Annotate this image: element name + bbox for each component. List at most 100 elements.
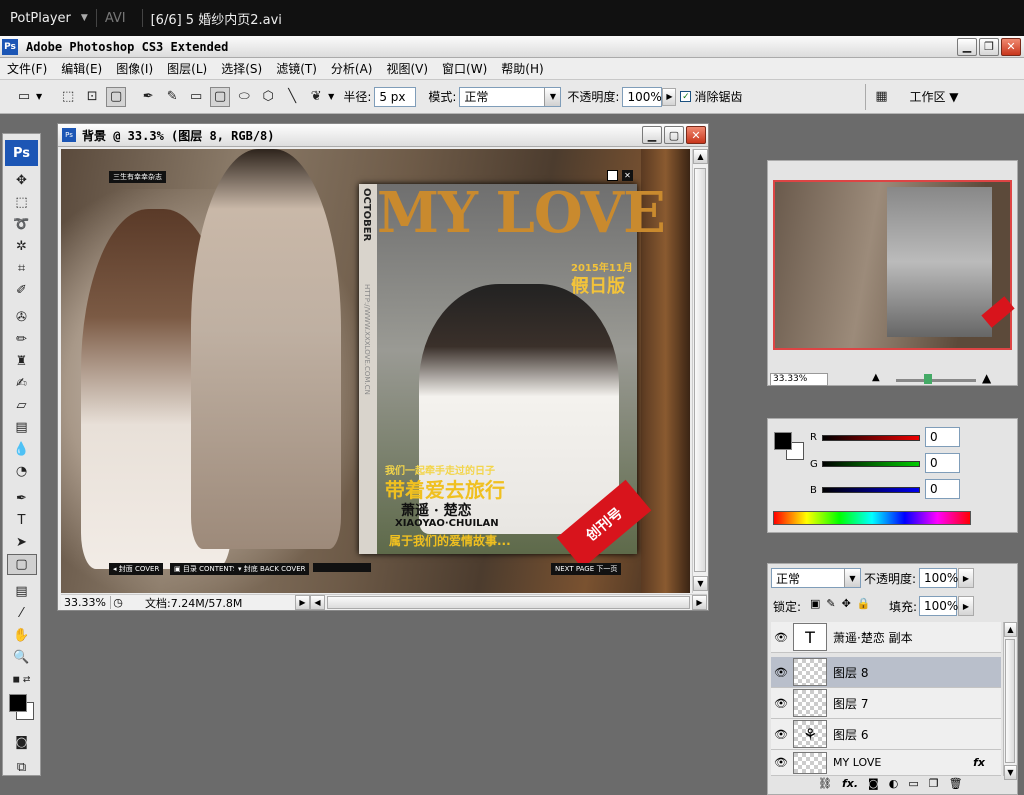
scroll-down-icon[interactable]: ▼ xyxy=(693,576,708,591)
marquee-tool-icon[interactable]: ⬚ xyxy=(7,192,37,213)
chevron-down-icon[interactable]: ▼ xyxy=(328,92,334,101)
workspace-button[interactable]: 工作区 ▼ xyxy=(909,88,958,105)
shape-tool-icon[interactable]: ▢ xyxy=(6,554,37,575)
fill-input[interactable]: 100% xyxy=(919,596,958,616)
crop-tool-icon[interactable]: ⌗ xyxy=(7,258,37,279)
radius-input[interactable]: 5 px xyxy=(374,86,417,107)
tool-preset-icon[interactable]: ▭ xyxy=(14,87,34,107)
move-tool-icon[interactable]: ✥ xyxy=(7,170,37,191)
rounded-rectangle-icon[interactable]: ▢ xyxy=(210,86,231,107)
doc-close-button[interactable]: ✕ xyxy=(686,126,706,144)
ellipse-icon[interactable]: ⬭ xyxy=(234,87,254,107)
polygon-icon[interactable]: ⬡ xyxy=(258,87,278,107)
menu-select[interactable]: 选择(S) xyxy=(214,60,269,77)
layer-row[interactable]: 👁 图层 7 xyxy=(771,688,1001,719)
scroll-right-icon[interactable]: ▶ xyxy=(692,595,707,610)
menu-layer[interactable]: 图层(L) xyxy=(160,60,214,77)
layers-scrollbar[interactable]: ▲ ▼ xyxy=(1003,622,1017,780)
hand-tool-icon[interactable]: ✋ xyxy=(7,625,37,646)
eyedropper-tool-icon[interactable]: ⁄ xyxy=(7,603,37,624)
navigator-thumbnail[interactable] xyxy=(773,180,1015,350)
new-group-icon[interactable]: ▭ xyxy=(908,777,918,790)
layer-row-selected[interactable]: 👁 图层 8 xyxy=(771,657,1001,688)
magic-wand-icon[interactable]: ✲ xyxy=(7,236,37,257)
g-slider[interactable] xyxy=(822,461,920,467)
fill-pixels-icon[interactable]: ▢ xyxy=(106,86,127,107)
line-icon[interactable]: ╲ xyxy=(282,87,302,107)
menu-window[interactable]: 窗口(W) xyxy=(435,60,494,77)
restore-button[interactable]: ❐ xyxy=(979,37,999,56)
zoom-out-icon[interactable]: ▲ xyxy=(872,372,880,383)
layer-row[interactable]: 👁 T 萧遥·楚恋 副本 xyxy=(771,622,1001,653)
color-swatches[interactable] xyxy=(8,692,40,732)
zoom-level[interactable]: 33.33% xyxy=(61,596,111,609)
new-layer-icon[interactable]: ❐ xyxy=(929,777,939,790)
canvas[interactable]: 三生有幸幸杂志 OCTOBER HTTP://WWW.XXXLOVE.COM.C… xyxy=(61,149,690,593)
layer-style-icon[interactable]: fx. xyxy=(842,777,858,790)
menu-filter[interactable]: 滤镜(T) xyxy=(269,60,324,77)
slice-tool-icon[interactable]: ✐ xyxy=(7,280,37,301)
foreground-color-swatch[interactable] xyxy=(9,694,27,712)
link-layers-icon[interactable]: ⛓ xyxy=(818,777,832,790)
foreground-color-swatch[interactable] xyxy=(774,432,792,450)
menu-file[interactable]: 文件(F) xyxy=(0,60,54,77)
opacity-slider-toggle[interactable]: ▶ xyxy=(662,87,677,106)
zoom-slider-thumb[interactable] xyxy=(924,374,932,384)
navigator-zoom[interactable]: 33.33% xyxy=(770,373,828,386)
quick-mask-icon[interactable]: ◙ xyxy=(7,732,37,753)
scroll-up-icon[interactable]: ▲ xyxy=(693,149,708,164)
menu-view[interactable]: 视图(V) xyxy=(379,60,435,77)
eye-icon[interactable]: 👁 xyxy=(771,697,791,710)
default-colors-icon[interactable]: ◼ ⇄ xyxy=(7,669,37,690)
menu-help[interactable]: 帮助(H) xyxy=(494,60,550,77)
pen-tool-icon[interactable]: ✒ xyxy=(7,488,37,509)
lasso-tool-icon[interactable]: ➰ xyxy=(7,214,37,235)
eye-icon[interactable]: 👁 xyxy=(771,728,791,741)
chevron-down-icon[interactable]: ▼ xyxy=(36,92,42,101)
antialias-checkbox[interactable]: ✓ xyxy=(680,91,692,102)
status-menu-icon[interactable]: ▶ xyxy=(295,595,310,610)
horizontal-scroll-thumb[interactable] xyxy=(327,596,690,609)
chevron-down-icon[interactable]: ▼ xyxy=(81,13,88,23)
document-titlebar[interactable]: Ps 背景 @ 33.3% (图层 8, RGB/8) ▁ ▢ ✕ xyxy=(58,124,708,147)
minimize-button[interactable]: ▁ xyxy=(957,37,977,56)
eraser-tool-icon[interactable]: ▱ xyxy=(7,395,37,416)
zoom-tool-icon[interactable]: 🔍 xyxy=(7,647,37,668)
eye-icon[interactable]: 👁 xyxy=(771,631,791,644)
rectangle-icon[interactable]: ▭ xyxy=(186,87,206,107)
color-ramp[interactable] xyxy=(773,511,971,525)
layer-row[interactable]: 👁 ⚘ 图层 6 xyxy=(771,719,1001,750)
tool-switch-icon[interactable]: ▦ xyxy=(871,87,891,107)
fill-slider-toggle[interactable]: ▶ xyxy=(958,596,974,616)
vertical-scrollbar[interactable]: ▲ ▼ xyxy=(692,149,708,593)
zoom-slider[interactable] xyxy=(896,379,976,382)
b-slider[interactable] xyxy=(822,487,920,493)
g-input[interactable]: 0 xyxy=(925,453,960,473)
layer-opacity-input[interactable]: 100% xyxy=(919,568,958,588)
doc-maximize-button[interactable]: ▢ xyxy=(664,126,684,144)
eye-icon[interactable]: 👁 xyxy=(771,666,791,679)
history-brush-icon[interactable]: ✍ xyxy=(7,373,37,394)
r-input[interactable]: 0 xyxy=(925,427,960,447)
r-slider[interactable] xyxy=(822,435,920,441)
trash-icon[interactable]: 🗑 xyxy=(949,777,963,790)
path-selection-icon[interactable]: ➤ xyxy=(7,532,37,553)
opacity-input[interactable]: 100% xyxy=(622,86,663,107)
menu-image[interactable]: 图像(I) xyxy=(109,60,160,77)
layer-mask-icon[interactable]: ◙ xyxy=(868,777,879,790)
status-icon[interactable]: ◷ xyxy=(111,596,125,609)
scroll-left-icon[interactable]: ◀ xyxy=(310,595,325,610)
lock-icons[interactable]: ▣✎✥🔒 xyxy=(810,597,877,610)
b-input[interactable]: 0 xyxy=(925,479,960,499)
mode-select[interactable]: 正常 ▼ xyxy=(459,86,562,107)
opacity-slider-toggle[interactable]: ▶ xyxy=(958,568,974,588)
layer-row[interactable]: 👁 MY LOVE fx xyxy=(771,750,1001,776)
dodge-tool-icon[interactable]: ◔ xyxy=(7,461,37,482)
freeform-pen-icon[interactable]: ✎ xyxy=(162,87,182,107)
potplayer-menu[interactable]: PotPlayer xyxy=(0,11,81,26)
menu-edit[interactable]: 编辑(E) xyxy=(54,60,109,77)
doc-minimize-button[interactable]: ▁ xyxy=(642,126,662,144)
pen-icon[interactable]: ✒ xyxy=(138,87,158,107)
healing-brush-icon[interactable]: ✇ xyxy=(7,307,37,328)
shape-layers-icon[interactable]: ⬚ xyxy=(58,87,78,107)
